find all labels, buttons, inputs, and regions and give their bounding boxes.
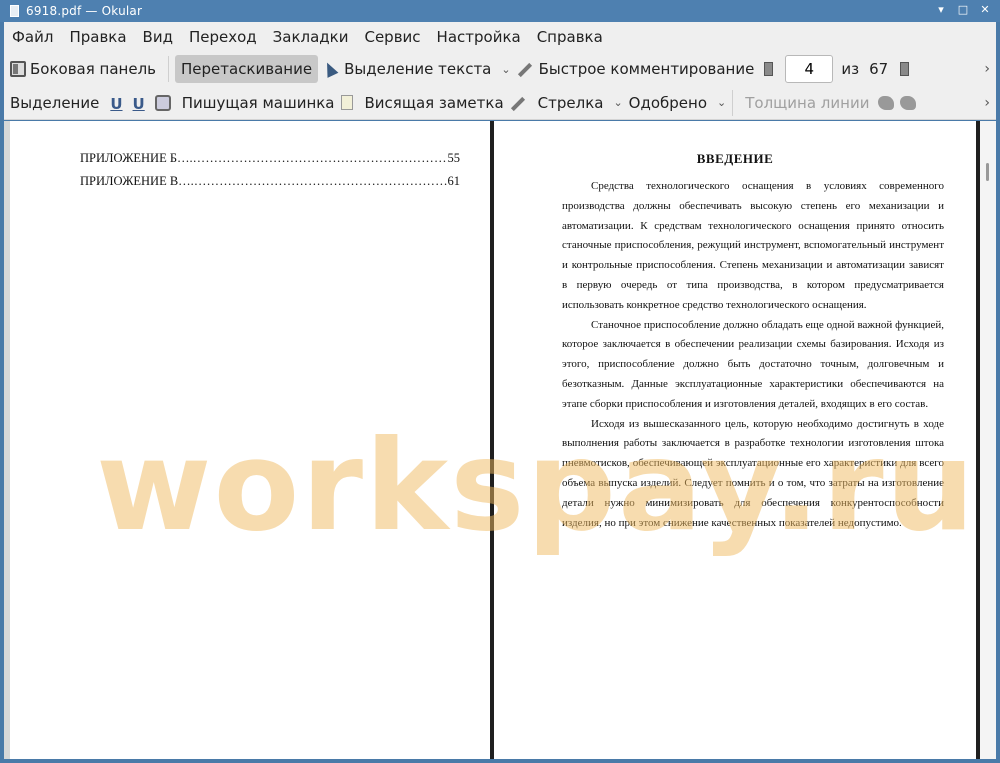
chevron-down-icon[interactable]: ⌄ (501, 63, 510, 76)
typewriter-label: Пишущая машинка (181, 93, 335, 112)
title-bar: 6918.pdf — Okular ▾ □ ✕ (0, 0, 1000, 22)
toolbar-separator (732, 89, 734, 116)
minimize-button[interactable]: ▾ (934, 3, 948, 17)
toc-label: ПРИЛОЖЕНИЕ В…. (80, 174, 194, 188)
paragraph: Средства технологического оснащения в ус… (562, 180, 944, 311)
inline-note-icon[interactable] (340, 95, 353, 110)
text-select-button[interactable]: Выделение текста (318, 55, 497, 83)
window-title: 6918.pdf — Okular (26, 4, 143, 18)
menu-file[interactable]: Файл (4, 28, 61, 46)
typewriter-button[interactable]: Пишущая машинка (176, 89, 341, 117)
line-width-label: Толщина линии (745, 93, 870, 112)
toc-label: ПРИЛОЖЕНИЕ Б…. (80, 151, 193, 165)
highlight-button[interactable]: Выделение (4, 89, 105, 117)
main-toolbar: Боковая панель Перетаскивание Выделение … (4, 52, 996, 86)
browse-tool-label: Перетаскивание (181, 60, 313, 78)
highlight-label: Выделение (10, 93, 100, 112)
arrow-button[interactable]: Стрелка (532, 89, 610, 117)
window-controls: ▾ □ ✕ (934, 3, 992, 17)
okular-app-icon (8, 4, 20, 18)
page-4: ВВЕДЕНИЕ Средства технологического оснащ… (494, 121, 976, 759)
menu-view[interactable]: Вид (135, 28, 181, 46)
toc-page: 61 (447, 174, 461, 188)
quick-annotation-button[interactable]: Быстрое комментирование (511, 55, 761, 83)
toc-entry: ПРИЛОЖЕНИЕ Б…. ……………………………………………………………..… (80, 151, 460, 166)
menu-edit[interactable]: Правка (61, 28, 134, 46)
text-select-label: Выделение текста (344, 60, 492, 78)
toolbar-separator (168, 56, 169, 82)
stamp-button[interactable]: Одобрено (623, 89, 713, 117)
toc-dots: …………………………………………………………….. (192, 151, 448, 165)
menu-tools[interactable]: Сервис (356, 28, 428, 46)
page-total-label: 67 (869, 60, 889, 78)
sidebar-icon (10, 61, 26, 77)
freehand-line-icon[interactable] (510, 96, 525, 111)
line-width-button[interactable]: Толщина линии (739, 89, 875, 117)
page-number-input[interactable] (785, 55, 834, 83)
browse-tool-button[interactable]: Перетаскивание (175, 55, 319, 83)
scrollbar-thumb[interactable] (986, 163, 989, 181)
menu-help[interactable]: Справка (529, 28, 611, 46)
quick-annotation-label: Быстрое комментирование (538, 60, 755, 78)
sidebar-button[interactable]: Боковая панель (4, 55, 162, 83)
strikeout-icon[interactable] (154, 94, 171, 111)
paragraph: Станочное приспособление должно обладать… (562, 318, 944, 410)
chevron-down-icon[interactable]: ⌄ (717, 96, 726, 109)
popup-note-button[interactable]: Висящая заметка (359, 89, 510, 117)
toc-entry: ПРИЛОЖЕНИЕ В…. ……………………………………………………………..… (80, 174, 460, 189)
arrow-label: Стрелка (537, 93, 604, 112)
page-3: ПРИЛОЖЕНИЕ Б…. ……………………………………………………………..… (10, 121, 490, 759)
sidebar-label: Боковая панель (30, 60, 156, 78)
document-viewer[interactable]: ПРИЛОЖЕНИЕ Б…. ……………………………………………………………..… (4, 121, 996, 759)
previous-page-icon[interactable] (764, 62, 774, 76)
stamp-label: Одобрено (628, 93, 708, 112)
opacity-icon[interactable] (900, 95, 917, 110)
menu-bookmarks[interactable]: Закладки (265, 28, 357, 46)
next-page-icon[interactable] (900, 62, 910, 76)
menu-settings[interactable]: Настройка (429, 28, 529, 46)
chevron-down-icon[interactable]: ⌄ (613, 96, 622, 109)
section-heading: ВВЕДЕНИЕ (696, 151, 774, 166)
close-button[interactable]: ✕ (978, 3, 992, 17)
toc-page: 55 (447, 151, 461, 165)
toc-dots: …………………………………………………………….. (193, 174, 448, 188)
paragraph: Исходя из вышесказанного цель, которую н… (562, 417, 944, 529)
menu-go[interactable]: Переход (181, 28, 265, 46)
squiggle-icon[interactable]: U (133, 95, 145, 113)
menu-bar: Файл Правка Вид Переход Закладки Сервис … (4, 22, 996, 52)
section-body: Средства технологического оснащения в ус… (562, 177, 944, 533)
vertical-scrollbar[interactable] (980, 121, 996, 759)
cursor-icon (321, 60, 339, 78)
popup-note-label: Висящая заметка (364, 93, 504, 112)
color-icon[interactable] (878, 95, 895, 110)
toolbar-overflow-icon[interactable]: › (984, 95, 990, 111)
underline-icon[interactable]: U (110, 95, 122, 113)
annotation-toolbar: Выделение U U Пишущая машинка Висящая за… (4, 86, 996, 120)
maximize-button[interactable]: □ (956, 3, 970, 17)
toolbar-overflow-icon[interactable]: › (984, 61, 990, 77)
pen-icon (517, 62, 532, 78)
page-of-label: из (841, 60, 860, 78)
